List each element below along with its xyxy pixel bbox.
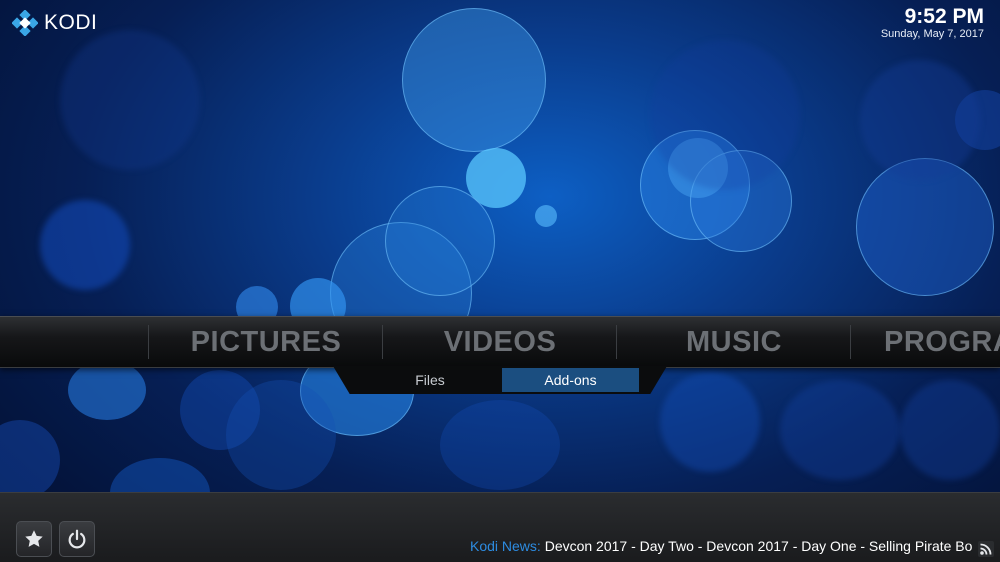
submenu-files[interactable]: Files [361, 368, 499, 392]
clock-date: Sunday, May 7, 2017 [880, 28, 984, 40]
submenu: Files Add-ons [333, 366, 667, 394]
power-button[interactable] [59, 521, 95, 557]
kodi-logo-text: KODI [44, 11, 98, 34]
star-icon [25, 530, 43, 547]
favourites-button[interactable] [16, 521, 52, 557]
menu-separator [616, 325, 617, 359]
menu-separator [148, 325, 149, 359]
menu-item-pictures[interactable]: PICTURES [150, 317, 382, 367]
news-text: Devcon 2017 - Day Two - Devcon 2017 - Da… [544, 538, 972, 554]
menu-separator [850, 325, 851, 359]
submenu-addons[interactable]: Add-ons [502, 368, 639, 392]
home-screen: KODI 9:52 PM Sunday, May 7, 2017 PICTURE… [0, 0, 1000, 562]
menu-item-videos[interactable]: VIDEOS [384, 317, 616, 367]
news-label: Kodi News: [470, 538, 541, 554]
menu-item-programs[interactable]: PROGRA [852, 317, 1000, 367]
kodi-logo: KODI [12, 10, 97, 36]
menu-item-music[interactable]: MUSIC [618, 317, 850, 367]
kodi-logo-icon [12, 10, 38, 36]
main-menu: PICTURES VIDEOS MUSIC PROGRA [0, 316, 1000, 368]
bottom-bar: Kodi News: Devcon 2017 - Day Two - Devco… [0, 492, 1000, 562]
clock: 9:52 PM Sunday, May 7, 2017 [880, 5, 984, 41]
clock-time: 9:52 PM [904, 5, 984, 28]
rss-icon [978, 541, 994, 557]
menu-separator [382, 325, 383, 359]
news-ticker: Kodi News: Devcon 2017 - Day Two - Devco… [470, 538, 972, 554]
power-icon [68, 529, 86, 549]
